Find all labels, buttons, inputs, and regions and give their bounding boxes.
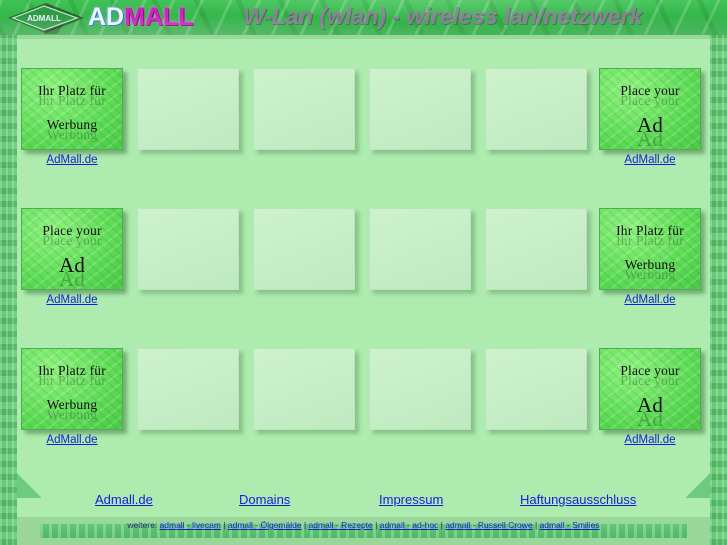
ad-row: AdMall.de Ihr Platz für Werbung Ihr Platz f… [0,348,727,468]
ad-line-2: Werbung [624,257,676,272]
footer-sub-nav: weitere: admall - livecam | admall - Ölg… [0,520,727,530]
ad-banner[interactable]: Ihr Platz für Werbung Ihr Platz für Werbung [21,348,123,430]
ad-slot-empty [253,68,355,150]
ad-slot-empty [485,68,587,150]
ad-slot-empty [137,348,239,430]
ad-slot-empty [137,68,239,150]
ad-row: AdMall.de Ihr Platz für Werbung Ihr Platz f… [0,68,727,188]
ad-line-2: Werbung [46,117,98,132]
ad-line-1: Place your [42,223,102,238]
ad-row: AdMall.de Place your Ad Place your Ad AdMall.… [0,208,727,328]
empty-ad-box[interactable] [369,208,471,290]
admall-diamond-logo-icon: ADMALL [8,3,84,34]
ad-slot-empty [369,208,471,290]
ad-line-1: Ihr Platz für [38,363,106,378]
sub-nav-link-admall-russell-crowe[interactable]: admall - Russell Crowe [445,520,532,530]
sub-nav-separator: | [301,520,309,530]
ad-slot-empty [253,348,355,430]
empty-ad-box[interactable] [485,348,587,430]
ad-slot-empty [369,348,471,430]
empty-ad-box[interactable] [137,348,239,430]
empty-ad-box[interactable] [137,68,239,150]
sub-nav-lead: weitere: [127,520,160,530]
logo-word-ad: AD [88,3,125,31]
ad-slot-link[interactable]: AdMall.de [21,294,123,306]
sub-nav-separator: | [532,520,540,530]
ad-line-2: Ad [636,113,664,137]
sub-nav-link-admall-smilies[interactable]: admall - Smilies [540,520,600,530]
ad-line-1: Place your [620,83,680,98]
ad-slot-link[interactable]: AdMall.de [599,434,701,446]
ad-slot-filled: Place your Ad Place your Ad [21,208,123,290]
ad-slot-link[interactable]: AdMall.de [21,434,123,446]
ad-slot-filled: Ihr Platz für Werbung Ihr Platz für Werbung [21,68,123,150]
empty-ad-box[interactable] [253,348,355,430]
ad-slot-filled: Place your Ad Place your Ad [599,348,701,430]
page-title: W-Lan (wlan) - wireless lan/netzwerk [243,3,643,29]
page-root: ADMALL ADMALL W-Lan (wlan) - wireless la… [0,0,727,545]
ad-banner[interactable]: Ihr Platz für Werbung Ihr Platz für Werbung [599,208,701,290]
sub-nav-link-admall-lgem-lde[interactable]: admall - Ölgemälde [228,520,302,530]
footer-nav: Admall.de Domains Impressum Haftungsausschl… [17,492,710,508]
ad-banner[interactable]: Ihr Platz für Werbung Ihr Platz für Werbung [21,68,123,150]
ad-line-1: Ihr Platz für [38,83,106,98]
empty-ad-box[interactable] [369,68,471,150]
site-logo[interactable]: ADMALL ADMALL [5,0,200,35]
footer-link-admall-de[interactable]: Admall.de [95,492,153,507]
ad-slot-filled: Ihr Platz für Werbung Ihr Platz für Werbung [599,208,701,290]
site-header: ADMALL ADMALL W-Lan (wlan) - wireless la… [0,0,727,35]
footer-link-impressum[interactable]: Impressum [379,492,443,507]
ad-line-1: Place your [620,363,680,378]
ad-slot-empty [485,348,587,430]
ad-slot-filled: Place your Ad Place your Ad [599,68,701,150]
sub-nav-separator: | [372,520,380,530]
ad-slot-link[interactable]: AdMall.de [599,154,701,166]
sub-nav-link-admall-ad-hoc[interactable]: admall - ad-hoc [380,520,439,530]
footer-link-domains[interactable]: Domains [239,492,290,507]
empty-ad-box[interactable] [369,348,471,430]
empty-ad-box[interactable] [137,208,239,290]
ad-slot-link[interactable]: AdMall.de [599,294,701,306]
ad-line-2: Ad [636,393,664,417]
logo-word-mall: MALL [124,3,194,31]
ad-banner[interactable]: Place your Ad Place your Ad [21,208,123,290]
ad-banner[interactable]: Place your Ad Place your Ad [599,348,701,430]
ad-line-2: Werbung [46,397,98,412]
logo-wordmark: ADMALL [88,1,194,33]
empty-ad-box[interactable] [253,208,355,290]
ad-slot-empty [369,68,471,150]
ad-banner[interactable]: Place your Ad Place your Ad [599,68,701,150]
ad-slot-empty [137,208,239,290]
ad-slot-empty [253,208,355,290]
ad-line-1: Ihr Platz für [616,223,684,238]
diamond-logo-text: ADMALL [27,14,61,23]
ad-slot-filled: Ihr Platz für Werbung Ihr Platz für Werbung [21,348,123,430]
ad-slot-empty [485,208,587,290]
empty-ad-box[interactable] [253,68,355,150]
sub-nav-separator: | [220,520,228,530]
sub-nav-link-admall-rezepte[interactable]: admall - Rezepte [309,520,373,530]
empty-ad-box[interactable] [485,68,587,150]
sub-nav-link-admall-livecam[interactable]: admall - livecam [160,520,221,530]
ad-slot-link[interactable]: AdMall.de [21,154,123,166]
ad-line-2: Ad [58,253,86,277]
empty-ad-box[interactable] [485,208,587,290]
footer-link-haftungsausschluss[interactable]: Haftungsausschluss [520,492,636,507]
